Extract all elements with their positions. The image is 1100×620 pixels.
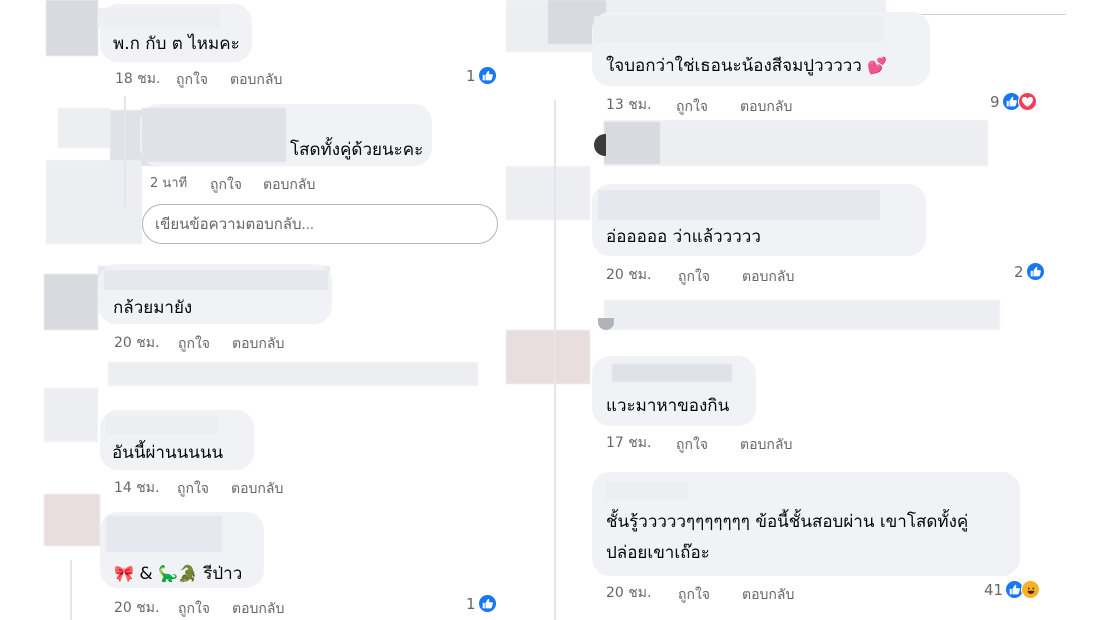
comment-text-part: & (139, 564, 158, 584)
thread-line (70, 560, 72, 620)
comment-time[interactable]: 18 ชม. (115, 68, 160, 90)
thread-line (124, 96, 126, 206)
comment-text: พ.ก กับ ต ไหมคะ (113, 34, 240, 54)
blurred-avatar (44, 494, 100, 546)
blurred-name (594, 16, 884, 42)
blurred-name (108, 362, 478, 386)
like-action[interactable]: ถูกใจ (678, 584, 710, 606)
like-action[interactable]: ถูกใจ (178, 333, 210, 355)
reaction-count: 9 (990, 92, 1000, 111)
laughing-face-icon (1021, 580, 1041, 599)
thumbs-up-icon (477, 594, 497, 613)
reply-action[interactable]: ตอบกลับ (740, 96, 792, 118)
reaction-summary[interactable]: 1 (466, 66, 497, 85)
reaction-summary[interactable]: 9 (990, 92, 1037, 111)
comment-time[interactable]: 20 ชม. (606, 582, 651, 604)
like-action[interactable]: ถูกใจ (678, 266, 710, 288)
comment-text: กล้วยมายัง (113, 298, 193, 318)
like-action[interactable]: ถูกใจ (176, 69, 208, 91)
thumbs-up-icon (477, 66, 497, 85)
comment-text-part: ใจบอกว่าใช่เธอนะน้องสีจมปูววววว (606, 56, 862, 76)
reply-action[interactable]: ตอบกลับ (232, 333, 284, 355)
reply-action[interactable]: ตอบกลับ (263, 174, 315, 196)
reply-action[interactable]: ตอบกลับ (232, 598, 284, 620)
blurred-name (598, 190, 880, 220)
blurred-avatar (604, 122, 660, 164)
reaction-summary[interactable]: 1 (466, 594, 497, 613)
blurred-area (506, 166, 590, 220)
comment-time[interactable]: 20 ชม. (114, 597, 159, 619)
reply-action[interactable]: ตอบกลับ (742, 584, 794, 606)
blurred-avatar (46, 0, 98, 56)
reply-action[interactable]: ตอบกลับ (231, 478, 283, 500)
blurred-area (46, 160, 142, 244)
comment-text: แวะมาหาของกิน (606, 396, 730, 416)
blurred-name (106, 516, 222, 552)
comment-text-part: รีป่าว (203, 564, 243, 584)
dinosaur-icon: 🦕🐊 (158, 564, 198, 583)
blurred-name (604, 300, 1000, 330)
blurred-name (142, 108, 286, 162)
comment-time[interactable]: 13 ชม. (606, 94, 651, 116)
comment-text: อันนี้ผ่านนนนน (112, 443, 224, 463)
reply-action[interactable]: ตอบกลับ (230, 69, 282, 91)
reply-action[interactable]: ตอบกลับ (740, 434, 792, 456)
blurred-name (604, 120, 988, 166)
blurred-name (606, 482, 688, 500)
reply-text: โสดทั้งคู่ด้วยนะคะ (290, 140, 424, 160)
comment-text-line-2: ปล่อยเขาเถ๊อะ (606, 543, 710, 563)
like-action[interactable]: ถูกใจ (177, 478, 209, 500)
comment-time[interactable]: 20 ชม. (606, 264, 651, 286)
thread-line (554, 100, 556, 620)
comment-text: 🎀 & 🦕🐊 รีป่าว (114, 563, 242, 585)
comment-time[interactable]: 14 ชม. (114, 477, 159, 499)
ribbon-icon: 🎀 (114, 564, 134, 583)
reaction-count: 2 (1014, 262, 1024, 281)
blurred-name (104, 9, 220, 27)
blurred-name (104, 270, 328, 290)
blurred-avatar (44, 388, 98, 442)
comment-time[interactable]: 17 ชม. (606, 432, 651, 454)
reply-action[interactable]: ตอบกลับ (742, 266, 794, 288)
reaction-count: 1 (466, 594, 476, 613)
avatar (594, 134, 606, 156)
blurred-name (106, 416, 218, 434)
like-action[interactable]: ถูกใจ (178, 598, 210, 620)
comment-text: อ่อออออ ว่าแล้ววววว (606, 227, 761, 247)
like-action[interactable]: ถูกใจ (210, 174, 242, 196)
reply-time[interactable]: 2 นาที (150, 172, 187, 193)
comment-text-line-1: ชั้นรู้วววววๆๆๆๆๆๆๆ ข้อนี้ชั้นสอบผ่าน เข… (606, 512, 969, 532)
reaction-summary[interactable]: 2 (1014, 262, 1045, 281)
heart-icon (1017, 92, 1037, 111)
like-action[interactable]: ถูกใจ (676, 96, 708, 118)
two-hearts-icon: 💕 (867, 56, 888, 75)
blurred-avatar (44, 274, 98, 330)
blurred-avatar (58, 108, 110, 148)
reaction-count: 1 (466, 66, 476, 85)
reaction-count: 41 (984, 580, 1004, 599)
like-action[interactable]: ถูกใจ (676, 434, 708, 456)
blurred-avatar (506, 330, 590, 384)
reaction-summary[interactable]: 41 (984, 580, 1041, 599)
comment-text: ใจบอกว่าใช่เธอนะน้องสีจมปูววววว 💕 (606, 55, 887, 77)
reply-input-field[interactable] (142, 204, 498, 244)
comment-time[interactable]: 20 ชม. (114, 332, 159, 354)
blurred-name (612, 364, 732, 382)
thumbs-up-icon (1025, 262, 1045, 281)
